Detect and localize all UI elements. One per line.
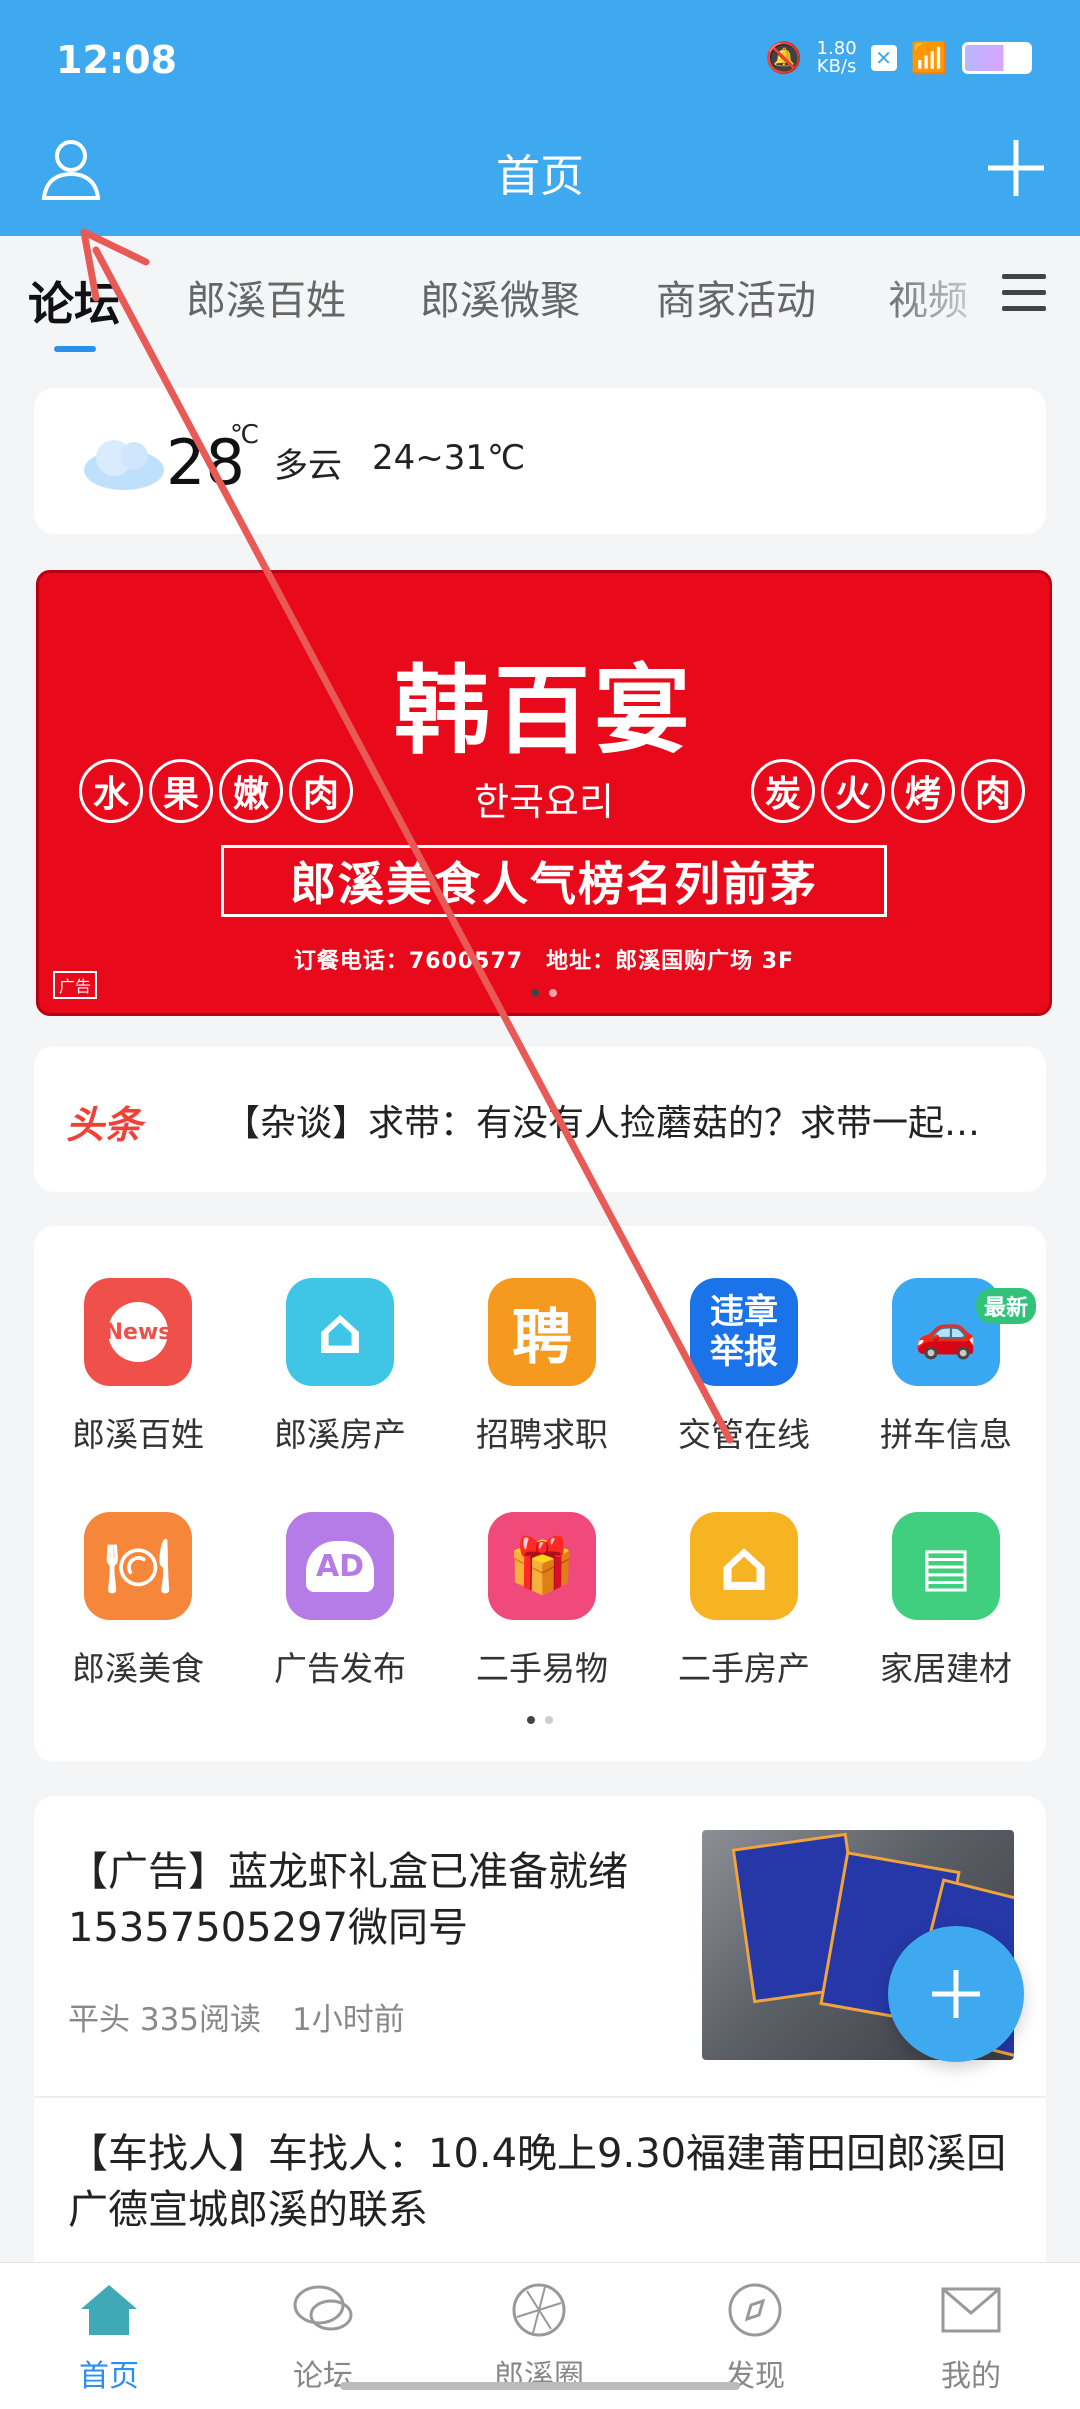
house-leaf-icon: ⌂ <box>286 1278 394 1386</box>
food-cloche-icon: 🍽 <box>84 1512 192 1620</box>
nav-forum[interactable]: 论坛 <box>258 2281 388 2395</box>
grid-pager-dots <box>34 1716 1046 1724</box>
shortcut-label: 郎溪房产 <box>274 1415 406 1454</box>
shortcut-label: 郎溪美食 <box>72 1649 204 1688</box>
shortcut-food[interactable]: 🍽 郎溪美食 <box>48 1512 228 1690</box>
tab-fade <box>880 236 1010 356</box>
add-icon[interactable] <box>984 136 1048 200</box>
banner-slogan: 郎溪美食人气榜名列前茅 <box>221 845 887 917</box>
shortcut-carpool[interactable]: 🚗 最新 拼车信息 <box>856 1278 1036 1456</box>
post-title[interactable]: 【广告】蓝龙虾礼盒已准备就绪15357505297微同号 <box>68 1844 698 1956</box>
shortcut-label: 拼车信息 <box>880 1415 1012 1454</box>
shortcut-label: 交管在线 <box>678 1415 810 1454</box>
aperture-icon <box>512 2283 566 2337</box>
shortcut-advertise[interactable]: AD 广告发布 <box>250 1512 430 1690</box>
network-speed: 1.80 KB/s <box>816 38 857 77</box>
shortcut-grid: News 郎溪百姓 ⌂ 郎溪房产 聘 招聘求职 违章 举报 交管在线 🚗 最新 拼… <box>34 1226 1046 1762</box>
headline-text[interactable]: 【杂谈】求带：有没有人捡蘑菇的？求带一起… <box>224 1094 1024 1146</box>
post-meta: 平头 335阅读 1小时前 <box>68 2002 405 2038</box>
post-title[interactable]: 【车找人】车找人：10.4晚上9.30福建莆田回郎溪回广德宣城郎溪的联系 <box>68 2126 1018 2238</box>
banner-word: 果 <box>149 759 213 823</box>
nav-langxi-circle[interactable]: 郎溪圈 <box>474 2281 604 2395</box>
chat-bubbles-icon <box>293 2285 353 2331</box>
tab-langxi-weiju[interactable]: 郎溪微聚 <box>420 268 580 326</box>
nav-label: 首页 <box>79 2359 139 2394</box>
banner-pager-dots <box>39 989 1049 997</box>
home-indicator <box>340 2382 740 2390</box>
shortcut-second-hand-house[interactable]: ⌂ 二手房产 <box>654 1512 834 1690</box>
tab-merchant-activity[interactable]: 商家活动 <box>656 268 816 326</box>
recruit-icon: 聘 <box>488 1278 596 1386</box>
banner-word: 嫩 <box>219 759 283 823</box>
nav-label: 我的 <box>941 2359 1001 2394</box>
weather-description: 多云 <box>274 446 342 486</box>
ad-banner[interactable]: 韩百宴 한국요리 水 果 嫩 肉 炭 火 烤 肉 郎溪美食人气榜名列前茅 订餐电… <box>36 570 1052 1016</box>
shortcut-langxi-baixing[interactable]: News 郎溪百姓 <box>48 1278 228 1456</box>
hot-news-badge: 头条 <box>66 1103 143 1147</box>
paint-roller-icon: ▤ <box>892 1512 1000 1620</box>
compass-icon <box>728 2283 782 2337</box>
home-icon: ⌂ <box>690 1512 798 1620</box>
divider <box>34 2096 1046 2098</box>
shortcut-label: 二手易物 <box>476 1649 608 1688</box>
mute-icon: 🔕 <box>765 40 803 76</box>
category-tabs: 论坛 郎溪百姓 郎溪微聚 商家活动 视频 <box>0 236 1080 356</box>
temperature-unit: ℃ <box>230 420 260 450</box>
nav-discover[interactable]: 发现 <box>690 2281 820 2395</box>
close-box-icon: ✕ <box>870 45 897 71</box>
shortcut-real-estate[interactable]: ⌂ 郎溪房产 <box>250 1278 430 1456</box>
status-bar: 12:08 🔕 1.80 KB/s ✕ 📶 <box>0 0 1080 130</box>
traffic-report-icon: 违章 举报 <box>690 1278 798 1386</box>
shortcut-label: 广告发布 <box>274 1649 406 1688</box>
status-icons: 🔕 1.80 KB/s ✕ 📶 <box>765 40 1032 76</box>
shortcut-label: 郎溪百姓 <box>72 1415 204 1454</box>
shortcut-label: 招聘求职 <box>476 1415 608 1454</box>
banner-word: 水 <box>79 759 143 823</box>
menu-icon[interactable] <box>1002 274 1046 314</box>
banner-word: 炭 <box>751 759 815 823</box>
news-icon: News <box>84 1278 192 1386</box>
page-title: 首页 <box>496 151 584 202</box>
tab-langxi-baixing[interactable]: 郎溪百姓 <box>186 268 346 326</box>
banner-word: 肉 <box>961 759 1025 823</box>
compose-fab-button[interactable] <box>888 1926 1024 2062</box>
banner-word: 肉 <box>289 759 353 823</box>
banner-word: 烤 <box>891 759 955 823</box>
banner-contact: 订餐电话：7600577 地址：郎溪国购广场 3F <box>293 949 795 974</box>
ad-lamp-icon: AD <box>286 1512 394 1620</box>
headline-ticker[interactable]: 头条 【杂谈】求带：有没有人捡蘑菇的？求带一起… <box>34 1046 1046 1192</box>
banner-right-words: 炭 火 烤 肉 <box>751 759 1025 823</box>
battery-icon <box>962 42 1032 74</box>
shortcut-label: 家居建材 <box>880 1649 1012 1688</box>
shortcut-label: 二手房产 <box>678 1649 810 1688</box>
cloud-icon <box>84 440 164 490</box>
shortcut-traffic[interactable]: 违章 举报 交管在线 <box>654 1278 834 1456</box>
status-time: 12:08 <box>56 38 177 82</box>
banner-left-words: 水 果 嫩 肉 <box>79 759 353 823</box>
plus-icon <box>932 1970 980 2018</box>
shortcut-home-materials[interactable]: ▤ 家居建材 <box>856 1512 1036 1690</box>
tab-forum[interactable]: 论坛 <box>28 268 120 334</box>
temperature-range: 24~31℃ <box>372 438 526 478</box>
wifi-icon: 📶 <box>910 40 948 76</box>
home-icon <box>81 2285 137 2335</box>
shortcut-second-hand-goods[interactable]: 🎁 二手易物 <box>452 1512 632 1690</box>
new-badge: 最新 <box>975 1288 1036 1324</box>
car-location-icon: 🚗 最新 <box>892 1278 1036 1386</box>
nav-home[interactable]: 首页 <box>44 2281 174 2395</box>
mail-icon <box>941 2287 1001 2333</box>
nav-mine[interactable]: 我的 <box>906 2281 1036 2395</box>
shortcut-jobs[interactable]: 聘 招聘求职 <box>452 1278 632 1456</box>
gift-icon: 🎁 <box>488 1512 596 1620</box>
banner-logo: 韩百宴 <box>394 655 694 767</box>
banner-word: 火 <box>821 759 885 823</box>
app-header: 首页 <box>0 130 1080 236</box>
active-tab-indicator <box>54 346 96 352</box>
weather-card[interactable]: 28 ℃ 多云 24~31℃ <box>34 388 1046 534</box>
